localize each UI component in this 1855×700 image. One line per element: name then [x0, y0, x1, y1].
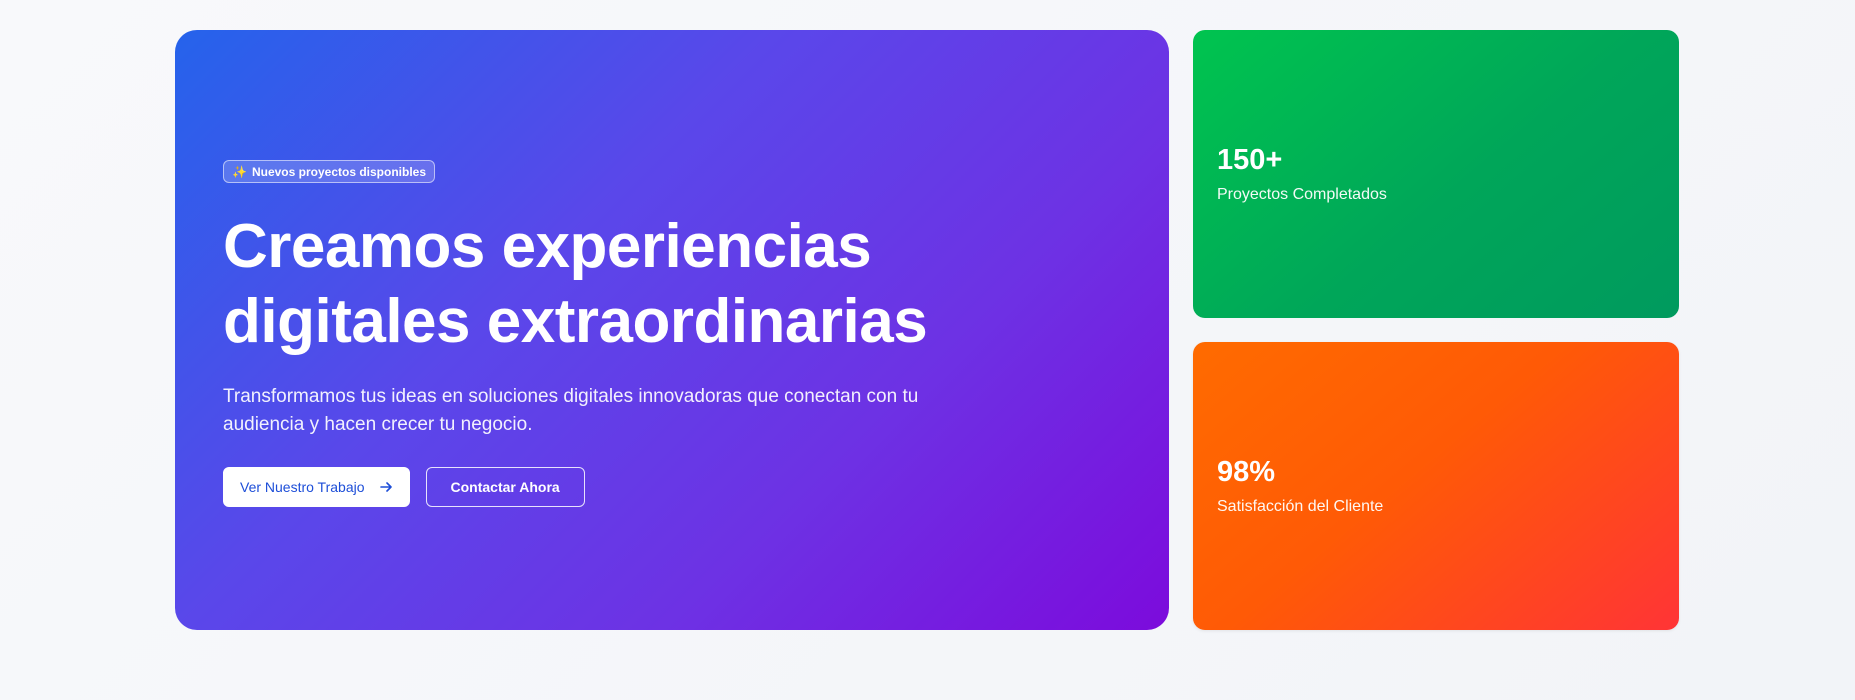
stat-label: Satisfacción del Cliente — [1217, 498, 1384, 515]
stat-value: 150+ — [1217, 144, 1283, 176]
sparkles-icon: ✨ — [232, 164, 247, 179]
page: ✨ Nuevos proyectos disponibles Creamos e… — [0, 0, 1855, 700]
hero-subtitle: Transformamos tus ideas en soluciones di… — [223, 386, 919, 435]
stat-card-satisfaction: 98% Satisfacción del Cliente — [1193, 342, 1679, 630]
contact-now-button[interactable]: Contactar Ahora — [425, 467, 585, 507]
stat-card-projects: 150+ Proyectos Completados — [1193, 30, 1679, 318]
contact-now-button-label: Contactar Ahora — [450, 479, 560, 495]
stat-content: 150+ Proyectos Completados — [1217, 142, 1387, 204]
hero-content: ✨ Nuevos proyectos disponibles Creamos e… — [223, 160, 1123, 507]
view-work-button[interactable]: Ver Nuestro Trabajo — [223, 467, 410, 507]
arrow-right-icon — [379, 482, 392, 492]
view-work-button-label: Ver Nuestro Trabajo — [240, 479, 365, 495]
stat-label: Proyectos Completados — [1217, 186, 1387, 203]
hero-actions: Ver Nuestro Trabajo Contactar Ahora — [223, 467, 1123, 507]
stat-content: 98% Satisfacción del Cliente — [1217, 454, 1383, 516]
hero-card: ✨ Nuevos proyectos disponibles Creamos e… — [175, 30, 1169, 630]
badge-label: Nuevos proyectos disponibles — [251, 164, 426, 179]
new-projects-badge: ✨ Nuevos proyectos disponibles — [223, 160, 435, 183]
hero-title: Creamos experiencias digitales extraordi… — [223, 212, 928, 356]
stat-value: 98% — [1217, 456, 1276, 488]
